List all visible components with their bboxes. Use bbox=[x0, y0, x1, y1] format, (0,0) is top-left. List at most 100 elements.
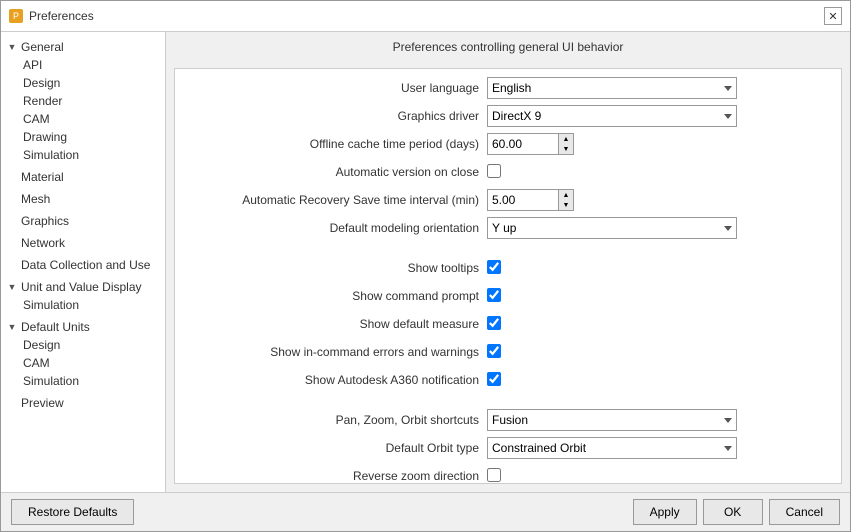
show-in-command-row: Show in-command errors and warnings bbox=[187, 341, 829, 363]
unit-value-children: Simulation bbox=[1, 296, 165, 314]
show-in-command-checkbox[interactable] bbox=[487, 344, 501, 358]
user-language-select[interactable]: English German French bbox=[487, 77, 737, 99]
auto-recovery-down-btn[interactable]: ▼ bbox=[559, 200, 573, 210]
default-modeling-control: Y up Z up bbox=[487, 217, 737, 239]
sidebar-item-default-units[interactable]: ▼ Default Units Design CAM Simulation bbox=[1, 316, 165, 392]
show-in-command-label: Show in-command errors and warnings bbox=[187, 345, 487, 359]
ok-button[interactable]: OK bbox=[703, 499, 763, 525]
offline-cache-down-btn[interactable]: ▼ bbox=[559, 144, 573, 154]
default-modeling-select[interactable]: Y up Z up bbox=[487, 217, 737, 239]
sidebar-item-unit-simulation[interactable]: Simulation bbox=[19, 296, 165, 314]
sidebar-item-mesh[interactable]: Mesh bbox=[1, 188, 165, 210]
material-expander bbox=[5, 170, 19, 184]
general-children: API Design Render CAM Drawing Simulation bbox=[1, 56, 165, 164]
show-tooltips-control bbox=[487, 260, 501, 277]
sidebar-item-network[interactable]: Network bbox=[1, 232, 165, 254]
graphics-driver-label: Graphics driver bbox=[187, 109, 487, 123]
title-bar: P Preferences ✕ bbox=[1, 1, 850, 32]
apply-button[interactable]: Apply bbox=[633, 499, 697, 525]
sidebar-item-api[interactable]: API bbox=[19, 56, 165, 74]
show-tooltips-label: Show tooltips bbox=[187, 261, 487, 275]
show-command-checkbox[interactable] bbox=[487, 288, 501, 302]
show-autodesk-label: Show Autodesk A360 notification bbox=[187, 373, 487, 387]
show-command-row: Show command prompt bbox=[187, 285, 829, 307]
close-button[interactable]: ✕ bbox=[824, 7, 842, 25]
show-command-control bbox=[487, 288, 501, 305]
graphics-driver-select[interactable]: DirectX 9 DirectX 11 OpenGL bbox=[487, 105, 737, 127]
cancel-button[interactable]: Cancel bbox=[769, 499, 840, 525]
offline-cache-label: Offline cache time period (days) bbox=[187, 137, 487, 151]
default-units-children: Design CAM Simulation bbox=[1, 336, 165, 390]
sidebar-item-simulation[interactable]: Simulation bbox=[19, 146, 165, 164]
network-label: Network bbox=[19, 236, 65, 250]
show-autodesk-checkbox[interactable] bbox=[487, 372, 501, 386]
sidebar-item-design[interactable]: Design bbox=[19, 74, 165, 92]
sidebar-item-cam[interactable]: CAM bbox=[19, 110, 165, 128]
sidebar-item-general[interactable]: ▼ General API Design Render CAM Drawing … bbox=[1, 36, 165, 166]
graphics-driver-row: Graphics driver DirectX 9 DirectX 11 Ope… bbox=[187, 105, 829, 127]
user-language-row: User language English German French bbox=[187, 77, 829, 99]
material-label: Material bbox=[19, 170, 64, 184]
app-icon: P bbox=[9, 9, 23, 23]
offline-cache-up-btn[interactable]: ▲ bbox=[559, 134, 573, 144]
sidebar: ▼ General API Design Render CAM Drawing … bbox=[1, 32, 166, 492]
show-default-measure-checkbox[interactable] bbox=[487, 316, 501, 330]
default-orbit-control: Constrained Orbit Free Orbit bbox=[487, 437, 737, 459]
auto-recovery-spinner: ▲ ▼ bbox=[487, 189, 574, 211]
offline-cache-input[interactable] bbox=[488, 134, 558, 154]
show-default-measure-label: Show default measure bbox=[187, 317, 487, 331]
bottom-right-buttons: Apply OK Cancel bbox=[633, 499, 840, 525]
graphics-driver-control: DirectX 9 DirectX 11 OpenGL bbox=[487, 105, 737, 127]
general-expander: ▼ bbox=[5, 40, 19, 54]
auto-recovery-input[interactable] bbox=[488, 190, 558, 210]
sidebar-item-preview[interactable]: Preview bbox=[1, 392, 165, 414]
auto-version-label: Automatic version on close bbox=[187, 165, 487, 179]
default-modeling-label: Default modeling orientation bbox=[187, 221, 487, 235]
sidebar-item-render[interactable]: Render bbox=[19, 92, 165, 110]
mesh-expander bbox=[5, 192, 19, 206]
reverse-zoom-checkbox[interactable] bbox=[487, 468, 501, 482]
pan-zoom-label: Pan, Zoom, Orbit shortcuts bbox=[187, 413, 487, 427]
pan-zoom-row: Pan, Zoom, Orbit shortcuts Fusion SolidW… bbox=[187, 409, 829, 431]
preview-expander bbox=[5, 396, 19, 410]
graphics-label: Graphics bbox=[19, 214, 69, 228]
settings-area: User language English German French Grap… bbox=[174, 68, 842, 484]
sidebar-item-units-cam[interactable]: CAM bbox=[19, 354, 165, 372]
restore-defaults-button[interactable]: Restore Defaults bbox=[11, 499, 134, 525]
separator-2 bbox=[187, 397, 829, 409]
show-tooltips-checkbox[interactable] bbox=[487, 260, 501, 274]
pan-zoom-select[interactable]: Fusion SolidWorks Alias bbox=[487, 409, 737, 431]
unit-value-label: Unit and Value Display bbox=[19, 280, 142, 294]
default-units-expander: ▼ bbox=[5, 320, 19, 334]
separator-1 bbox=[187, 245, 829, 257]
sidebar-item-drawing[interactable]: Drawing bbox=[19, 128, 165, 146]
reverse-zoom-label: Reverse zoom direction bbox=[187, 469, 487, 483]
default-orbit-select[interactable]: Constrained Orbit Free Orbit bbox=[487, 437, 737, 459]
auto-recovery-up-btn[interactable]: ▲ bbox=[559, 190, 573, 200]
offline-cache-control: ▲ ▼ bbox=[487, 133, 574, 155]
general-label: General bbox=[19, 40, 64, 54]
mesh-label: Mesh bbox=[19, 192, 50, 206]
sidebar-item-data-collection[interactable]: Data Collection and Use bbox=[1, 254, 165, 276]
bottom-bar: Restore Defaults Apply OK Cancel bbox=[1, 492, 850, 531]
network-expander bbox=[5, 236, 19, 250]
dialog-title: Preferences bbox=[29, 9, 94, 23]
show-default-measure-control bbox=[487, 316, 501, 333]
show-command-label: Show command prompt bbox=[187, 289, 487, 303]
sidebar-item-units-simulation[interactable]: Simulation bbox=[19, 372, 165, 390]
show-in-command-control bbox=[487, 344, 501, 361]
offline-cache-spinner: ▲ ▼ bbox=[487, 133, 574, 155]
sidebar-item-units-design[interactable]: Design bbox=[19, 336, 165, 354]
content-area: ▼ General API Design Render CAM Drawing … bbox=[1, 32, 850, 492]
sidebar-item-material[interactable]: Material bbox=[1, 166, 165, 188]
sidebar-item-unit-value[interactable]: ▼ Unit and Value Display Simulation bbox=[1, 276, 165, 316]
title-bar-left: P Preferences bbox=[9, 9, 94, 23]
auto-recovery-label: Automatic Recovery Save time interval (m… bbox=[187, 193, 487, 207]
show-tooltips-row: Show tooltips bbox=[187, 257, 829, 279]
show-autodesk-control bbox=[487, 372, 501, 389]
default-units-label: Default Units bbox=[19, 320, 90, 334]
auto-version-checkbox[interactable] bbox=[487, 164, 501, 178]
data-collection-expander bbox=[5, 258, 19, 272]
auto-recovery-spinner-btns: ▲ ▼ bbox=[558, 190, 573, 210]
sidebar-item-graphics[interactable]: Graphics bbox=[1, 210, 165, 232]
